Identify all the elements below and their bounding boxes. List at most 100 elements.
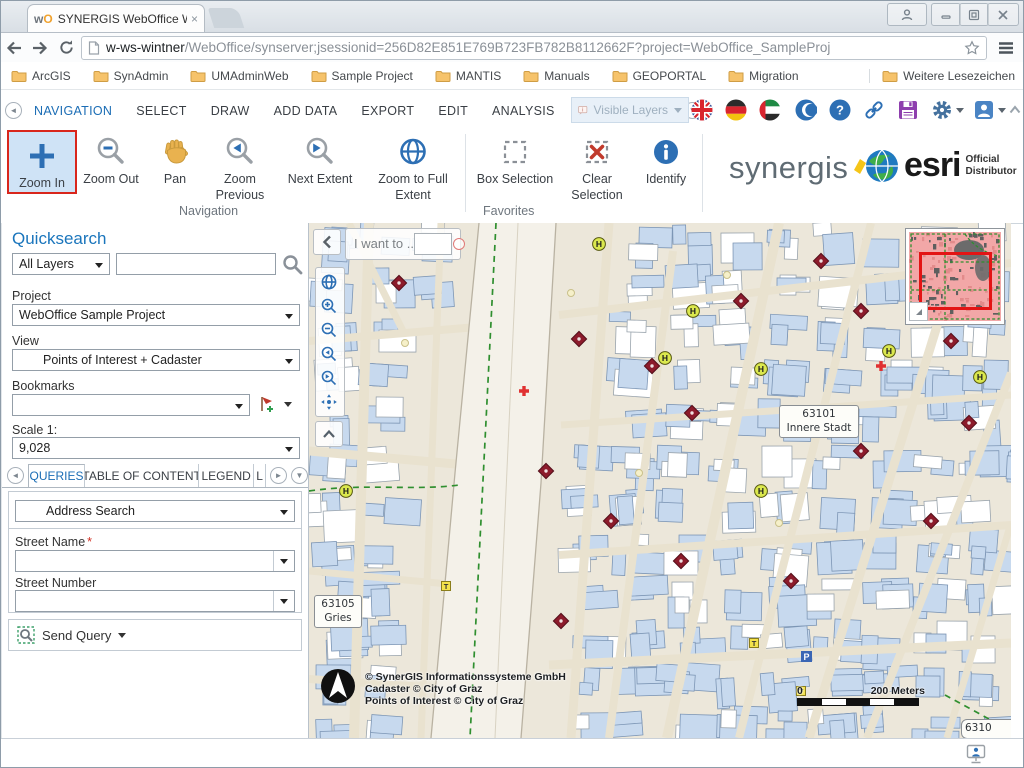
close-badge-icon[interactable] <box>453 238 465 250</box>
send-query-button[interactable]: Send Query <box>42 628 111 643</box>
bookmark-item[interactable]: UMAdminWeb <box>190 69 288 83</box>
sidebar-tab-table-of-content[interactable]: TABLE OF CONTENT <box>85 464 199 487</box>
maximize-button[interactable] <box>959 3 989 26</box>
project-label: Project <box>12 289 51 303</box>
collapse-ribbon-button[interactable] <box>1009 105 1021 114</box>
chevron-down-icon[interactable] <box>118 633 126 638</box>
quicksearch-input[interactable] <box>116 253 276 275</box>
map-full-extent-button[interactable] <box>316 270 342 294</box>
ribbon-scroll-left-button[interactable]: ◄ <box>5 102 22 119</box>
sidebar-tab-queries[interactable]: QUERIES <box>28 464 85 487</box>
folder-icon <box>11 70 27 82</box>
save-button[interactable] <box>897 99 919 121</box>
ribbon-tab-select[interactable]: SELECT <box>136 104 186 118</box>
sidebar-tabs-overflow[interactable]: ▼ <box>291 467 308 484</box>
map-toolbar-collapse-button[interactable] <box>315 421 343 447</box>
help-button[interactable]: ? <box>829 99 851 121</box>
esri-globe-icon <box>863 147 901 185</box>
browser-tab[interactable]: wO SYNERGIS WebOffice Wel × <box>27 4 205 32</box>
zoom-out-button[interactable]: Zoom Out <box>79 132 143 188</box>
share-link-button[interactable] <box>863 99 885 121</box>
url-text: w-ws-wintner/WebOffice/synserver;jsessio… <box>106 40 964 55</box>
sidebar-tabs-scroll-left[interactable]: ◄ <box>7 467 24 484</box>
project-select[interactable]: WebOffice Sample Project <box>12 304 300 326</box>
view-select[interactable]: Points of Interest + Cadaster <box>12 349 300 371</box>
street-name-input[interactable] <box>16 551 273 571</box>
more-bookmarks[interactable]: Weitere Lesezeichen <box>869 69 1015 83</box>
zoom-in-button[interactable]: Zoom In <box>7 130 77 194</box>
minimize-button[interactable] <box>931 3 961 26</box>
close-button[interactable] <box>987 3 1019 26</box>
ribbon-tab-edit[interactable]: EDIT <box>438 104 468 118</box>
bookmarks-bar: ArcGIS SynAdmin UMAdminWeb Sample Project MA… <box>1 62 1024 90</box>
reload-button[interactable] <box>53 37 79 59</box>
back-button[interactable] <box>1 37 27 59</box>
ribbon-tab-add-data[interactable]: ADD DATA <box>274 104 338 118</box>
visible-layers-dropdown[interactable]: i Visible Layers <box>571 97 689 123</box>
new-tab-button[interactable] <box>208 8 244 28</box>
language-german-button[interactable] <box>725 99 747 121</box>
bookmark-item[interactable]: ArcGIS <box>11 69 71 83</box>
clear-selection-button[interactable]: Clear Selection <box>564 132 630 203</box>
ribbon-tab-analysis[interactable]: ANALYSIS <box>492 104 555 118</box>
query-type-select[interactable]: Address Search <box>15 500 295 522</box>
sidebar-tab-l[interactable]: L <box>254 464 266 487</box>
map-zoom-previous-button[interactable] <box>316 342 342 366</box>
ribbon-tab-export[interactable]: EXPORT <box>361 104 414 118</box>
forward-button[interactable] <box>27 37 53 59</box>
scale-select[interactable]: 9,028 <box>12 437 300 459</box>
sidebar-tab-legend[interactable]: LEGEND <box>199 464 254 487</box>
map-canvas[interactable]: HHHHHHHHPTTT I want to ... <box>309 223 1011 738</box>
street-name-combo[interactable] <box>15 550 295 572</box>
toolbar-separator <box>702 134 703 212</box>
bookmark-item[interactable]: Migration <box>728 69 798 83</box>
language-english-button[interactable] <box>691 99 713 121</box>
identify-button[interactable]: Identify <box>636 132 696 188</box>
overview-extent-rect[interactable] <box>919 252 992 310</box>
zoom-to-full-extent-button[interactable]: Zoom to Full Extent <box>367 132 459 203</box>
settings-menu-button[interactable] <box>931 99 967 121</box>
address-bar[interactable]: w-ws-wintner/WebOffice/synserver;jsessio… <box>81 36 987 60</box>
layers-select[interactable]: All Layers <box>12 253 110 275</box>
bookmark-item[interactable]: SynAdmin <box>93 69 169 83</box>
profile-button[interactable] <box>887 3 927 26</box>
sidebar-tabs-scroll-right[interactable]: ► <box>270 467 287 484</box>
user-menu-button[interactable] <box>973 99 1009 121</box>
map-next-extent-button[interactable] <box>316 366 342 390</box>
next-extent-button[interactable]: Next Extent <box>279 132 361 188</box>
street-number-dropdown-button[interactable] <box>273 591 294 611</box>
bookmarks-select[interactable] <box>12 394 250 416</box>
street-name-dropdown-button[interactable] <box>273 551 294 571</box>
tab-close-icon[interactable]: × <box>191 12 198 26</box>
ribbon-tab-navigation[interactable]: NAVIGATION <box>34 104 112 118</box>
i-want-to-label: I want to ... <box>354 236 418 251</box>
bookmark-star-icon[interactable] <box>964 40 980 56</box>
box-selection-button[interactable]: Box Selection <box>472 132 558 188</box>
menu-button[interactable] <box>993 37 1019 59</box>
bookmark-item[interactable]: Sample Project <box>311 69 413 83</box>
ribbon-tab-draw[interactable]: DRAW <box>211 104 250 118</box>
overview-collapse-button[interactable] <box>909 302 928 321</box>
bookmark-item[interactable]: Manuals <box>523 69 589 83</box>
language-arabic-button[interactable] <box>759 99 781 121</box>
bookmark-item[interactable]: GEOPORTAL <box>612 69 707 83</box>
map-zoom-out-button[interactable] <box>316 318 342 342</box>
send-query-icon <box>17 626 35 644</box>
i-want-to-widget[interactable]: I want to ... <box>345 228 461 260</box>
map-center-button[interactable] <box>316 390 342 414</box>
north-arrow-icon <box>319 667 357 705</box>
quicksearch-button[interactable] <box>282 254 303 275</box>
i-want-to-input[interactable] <box>414 233 452 255</box>
bookmark-item[interactable]: MANTIS <box>435 69 501 83</box>
street-number-input[interactable] <box>16 591 273 611</box>
zoom-previous-button[interactable]: Zoom Previous <box>207 132 273 203</box>
add-bookmark-button[interactable] <box>258 394 292 414</box>
pan-button[interactable]: Pan <box>149 132 201 188</box>
overview-map[interactable] <box>905 228 1005 325</box>
map-zoom-in-button[interactable] <box>316 294 342 318</box>
presentation-button[interactable] <box>965 744 987 764</box>
collapse-sidebar-button[interactable] <box>313 229 341 255</box>
svg-text:H: H <box>343 486 349 496</box>
session-button[interactable] <box>795 99 817 121</box>
street-number-combo[interactable] <box>15 590 295 612</box>
